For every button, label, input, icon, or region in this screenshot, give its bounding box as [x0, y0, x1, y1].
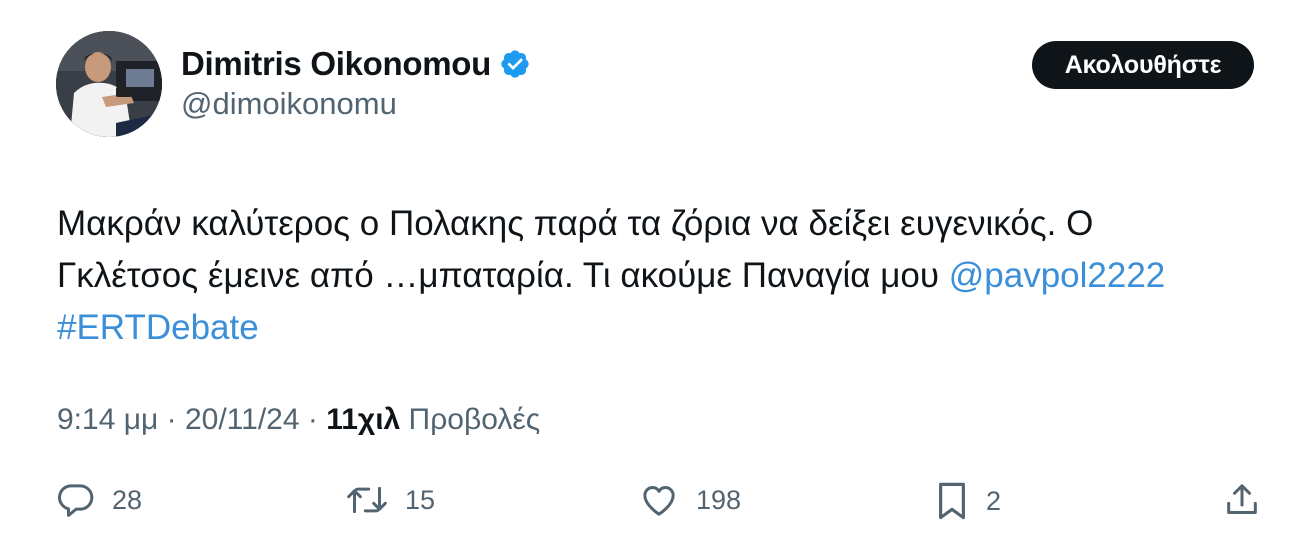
tweet-text: Μακράν καλύτερος ο Πολακης παρά τα ζόρια… — [57, 198, 1272, 354]
like-button[interactable]: 198 — [638, 480, 741, 520]
views-label: Προβολές — [400, 403, 541, 436]
tweet-line-2-text: Γκλέτσος έμεινε από …μπαταρία. Τι ακούμε… — [57, 256, 949, 295]
reply-icon — [58, 484, 94, 517]
retweet-button[interactable]: 15 — [345, 480, 435, 520]
bookmark-button[interactable]: 2 — [934, 480, 1001, 522]
retweet-icon — [347, 486, 387, 514]
author-name[interactable]: Dimitris Oikonomou — [181, 45, 491, 83]
hashtag-link[interactable]: #ERTDebate — [57, 308, 259, 347]
meta-separator: · — [299, 403, 327, 436]
tweet-date[interactable]: 20/11/24 — [185, 403, 300, 436]
follow-button[interactable]: Ακολουθήστε — [1032, 41, 1254, 89]
bookmark-icon — [939, 482, 965, 520]
meta-separator: · — [158, 403, 185, 436]
verified-badge-icon — [501, 50, 529, 78]
reply-count: 28 — [112, 484, 143, 515]
heart-icon — [643, 486, 675, 516]
like-count: 198 — [696, 484, 742, 515]
reply-button[interactable]: 28 — [56, 480, 142, 520]
views-count[interactable]: 11χιλ — [326, 403, 400, 436]
tweet-time[interactable]: 9:14 μμ — [57, 403, 158, 436]
avatar-photo — [56, 31, 162, 137]
author-name-row: Dimitris Oikonomou — [181, 42, 531, 86]
share-icon — [1227, 484, 1257, 514]
author-handle[interactable]: @dimoikonomu — [181, 86, 397, 122]
share-button[interactable] — [1222, 480, 1262, 520]
tweet-actions: 28 15 198 2 — [0, 470, 1309, 530]
tweet-line-3: #ERTDebate — [57, 302, 1272, 354]
bookmark-count: 2 — [986, 485, 1002, 516]
mention-link[interactable]: @pavpol2222 — [949, 256, 1166, 295]
tweet-line-1: Μακράν καλύτερος ο Πολακης παρά τα ζόρια… — [57, 204, 1094, 243]
avatar[interactable] — [56, 31, 162, 137]
retweet-count: 15 — [405, 484, 436, 515]
tweet-meta: 9:14 μμ · 20/11/24 · 11χιλ Προβολές — [57, 403, 540, 437]
tweet-line-2: Γκλέτσος έμεινε από …μπαταρία. Τι ακούμε… — [57, 250, 1272, 302]
